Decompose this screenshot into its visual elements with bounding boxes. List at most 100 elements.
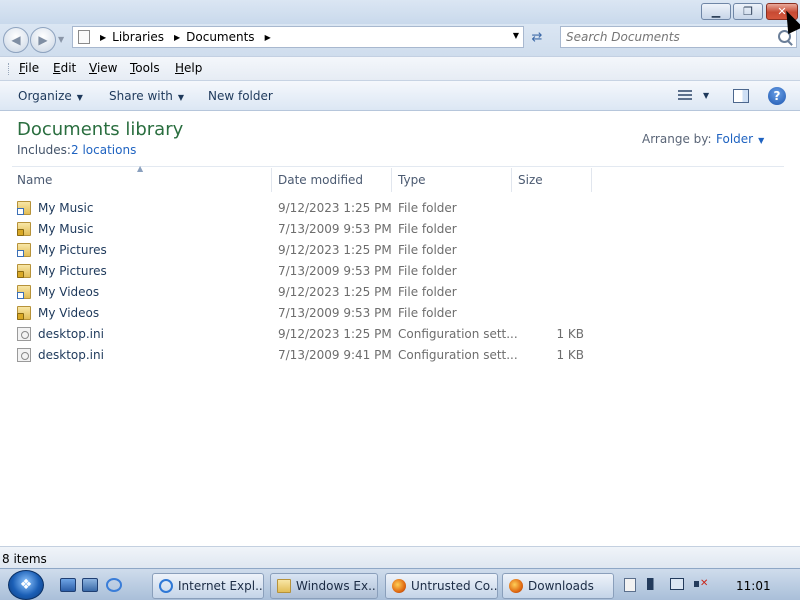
page-icon [78,30,90,44]
file-date: 7/13/2009 9:53 PM [278,306,392,320]
file-type: File folder [398,306,457,320]
folder-lock-icon [17,306,31,320]
file-row[interactable]: My Videos 9/12/2023 1:25 PM File folder [13,282,593,303]
switch-windows-icon[interactable] [82,578,98,592]
file-type: Configuration sett... [398,348,518,362]
preview-pane-icon[interactable] [733,89,749,103]
firefox-icon [509,579,523,593]
view-options-chevron-down-icon[interactable]: ▼ [703,91,709,100]
chevron-down-icon: ▼ [758,136,765,145]
file-type: File folder [398,201,457,215]
file-date: 9/12/2023 1:25 PM [278,285,392,299]
chevron-down-icon: ▼ [76,93,83,102]
recent-pages-chevron-down-icon[interactable]: ▼ [58,35,64,44]
file-type: File folder [398,243,457,257]
column-header-date-modified[interactable]: Date modified [272,168,392,192]
file-row[interactable]: My Pictures 9/12/2023 1:25 PM File folde… [13,240,593,261]
action-center-flag-icon[interactable] [647,578,659,590]
file-name: My Videos [38,285,100,299]
search-box[interactable] [560,26,797,48]
file-name: My Pictures [38,264,107,278]
file-date: 9/12/2023 1:25 PM [278,243,392,257]
file-name: My Music [38,222,94,236]
folder-icon [277,579,291,593]
menu-bar: File Edit View Tools Help [0,56,800,80]
taskbar-button-downloads[interactable]: Downloads [502,573,614,599]
command-bar: Organize ▼ Share with ▼ New folder ▼ ? [0,80,800,111]
library-locations-link[interactable]: 2 locations [71,143,136,157]
menu-view[interactable]: View [89,61,117,75]
file-date: 7/13/2009 9:53 PM [278,264,392,278]
share-with-button[interactable]: Share with ▼ [109,89,184,103]
folder-shortcut-icon [17,285,31,299]
address-bar[interactable]: ▶ Libraries ▶ Documents ▶ ▼ [72,26,524,48]
file-row[interactable]: My Music 7/13/2009 9:53 PM File folder [13,219,593,240]
divider [12,166,784,167]
file-row[interactable]: desktop.ini 9/12/2023 1:25 PM Configurat… [13,324,593,345]
new-folder-button[interactable]: New folder [208,89,273,103]
file-type: File folder [398,285,457,299]
file-name: My Pictures [38,243,107,257]
item-count: 8 items [2,552,47,566]
firefox-icon [392,579,406,593]
tray-document-icon[interactable] [624,578,636,592]
file-name: My Music [38,201,94,215]
navigation-bar: ◀ ▶ ▼ ▶ Libraries ▶ Documents ▶ ▼ ⇄ [0,24,800,56]
file-name: desktop.ini [38,348,104,362]
arrange-by-dropdown[interactable]: Folder ▼ [716,132,764,146]
internet-explorer-icon [159,579,173,593]
help-icon[interactable]: ? [768,87,786,105]
file-size: 1 KB [556,327,584,341]
address-history-chevron-down-icon[interactable]: ▼ [513,31,519,40]
start-button[interactable]: ❖ [8,570,44,600]
menu-grip [8,63,11,75]
file-size: 1 KB [556,348,584,362]
page-title: Documents library [17,119,184,140]
folder-shortcut-icon [17,243,31,257]
menu-edit[interactable]: Edit [53,61,76,75]
refresh-icon[interactable]: ⇄ [526,27,548,47]
file-type: File folder [398,222,457,236]
column-header-size[interactable]: Size [512,168,592,192]
folder-lock-icon [17,222,31,236]
breadcrumb-separator-icon[interactable]: ▶ [174,33,180,42]
clock[interactable]: 11:01 [736,579,771,593]
maximize-button[interactable]: ❐ [733,3,763,20]
menu-tools[interactable]: Tools [130,61,160,75]
column-header-name[interactable]: Name [11,168,272,192]
file-date: 9/12/2023 1:25 PM [278,201,392,215]
back-button[interactable]: ◀ [3,27,29,53]
taskbar-button-windows-explorer[interactable]: Windows Ex... [270,573,378,599]
file-name: desktop.ini [38,327,104,341]
arrange-by-label: Arrange by: [642,132,712,146]
file-row[interactable]: My Videos 7/13/2009 9:53 PM File folder [13,303,593,324]
forward-button[interactable]: ▶ [30,27,56,53]
file-type: Configuration sett... [398,327,518,341]
includes-label: Includes: [17,143,71,157]
show-desktop-icon[interactable] [60,578,76,592]
file-name: My Videos [38,306,100,320]
file-date: 7/13/2009 9:53 PM [278,222,392,236]
breadcrumb-separator-icon[interactable]: ▶ [265,33,271,42]
taskbar-button-untrusted-connection[interactable]: Untrusted Co... [385,573,498,599]
file-row[interactable]: My Music 9/12/2023 1:25 PM File folder [13,198,593,219]
menu-file[interactable]: File [19,61,39,75]
minimize-button[interactable]: ▁ [701,3,731,20]
search-input[interactable] [566,28,766,46]
folder-lock-icon [17,264,31,278]
network-icon[interactable] [670,578,684,590]
file-date: 7/13/2009 9:41 PM [278,348,392,362]
column-header-type[interactable]: Type [392,168,512,192]
breadcrumb-separator-icon[interactable]: ▶ [100,33,106,42]
taskbar-button-internet-explorer[interactable]: Internet Expl... [152,573,264,599]
menu-help[interactable]: Help [175,61,202,75]
internet-explorer-icon[interactable] [106,578,122,592]
volume-muted-icon[interactable] [694,578,708,590]
organize-button[interactable]: Organize ▼ [18,89,83,103]
change-view-icon[interactable] [678,90,692,102]
file-row[interactable]: desktop.ini 7/13/2009 9:41 PM Configurat… [13,345,593,366]
file-row[interactable]: My Pictures 7/13/2009 9:53 PM File folde… [13,261,593,282]
breadcrumb-libraries[interactable]: Libraries [112,30,164,44]
file-type: File folder [398,264,457,278]
breadcrumb-documents[interactable]: Documents [186,30,254,44]
